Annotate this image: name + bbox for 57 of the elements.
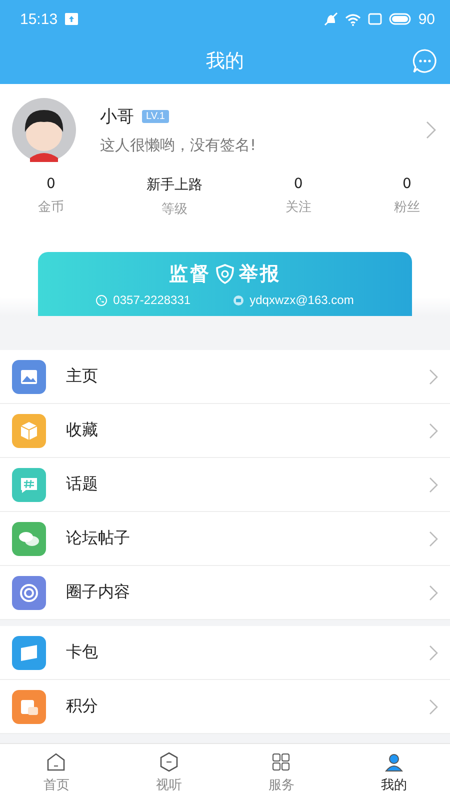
chevron-icon bbox=[429, 584, 438, 600]
menu-item[interactable]: 收藏 bbox=[0, 404, 450, 458]
menu-label: 话题 bbox=[66, 474, 99, 495]
stat-label: 关注 bbox=[285, 199, 312, 216]
tab[interactable]: 视听 bbox=[112, 744, 225, 800]
menu-label: 论坛帖子 bbox=[66, 528, 131, 549]
mute-icon bbox=[324, 12, 338, 26]
chevron-icon bbox=[429, 368, 438, 384]
menu-item[interactable]: 积分 bbox=[0, 680, 450, 734]
menu-label: 积分 bbox=[66, 696, 99, 717]
phone-icon bbox=[96, 294, 108, 306]
stat-label: 等级 bbox=[162, 201, 188, 218]
wifi-icon bbox=[345, 12, 362, 26]
stat-value: 0 bbox=[402, 176, 412, 192]
stat-value: 0 bbox=[46, 176, 56, 192]
menu-label: 主页 bbox=[66, 366, 99, 387]
menu-item[interactable]: 主页 bbox=[0, 350, 450, 404]
chevron-icon bbox=[429, 530, 438, 546]
level-badge: LV.1 bbox=[142, 110, 169, 123]
tab[interactable]: 我的 bbox=[338, 744, 450, 800]
chevron-icon bbox=[429, 644, 438, 660]
chevron-icon bbox=[429, 422, 438, 438]
battery-icon bbox=[389, 13, 412, 25]
banner-title: 举报 bbox=[239, 262, 281, 287]
user-name: 小哥 bbox=[100, 106, 134, 128]
chevron-icon[interactable] bbox=[426, 121, 436, 139]
menu-item[interactable]: 论坛帖子 bbox=[0, 512, 450, 566]
menu-item[interactable]: 话题 bbox=[0, 458, 450, 512]
grid-icon bbox=[270, 750, 292, 772]
page-title: 我的 bbox=[206, 49, 244, 74]
hexagon-icon bbox=[158, 750, 180, 772]
message-icon[interactable] bbox=[412, 48, 438, 74]
tab[interactable]: 服务 bbox=[225, 744, 338, 800]
shield-icon bbox=[216, 264, 234, 284]
stat-label: 粉丝 bbox=[394, 199, 420, 216]
menu-item[interactable]: 卡包 bbox=[0, 626, 450, 680]
chevron-icon bbox=[429, 698, 438, 714]
avatar[interactable] bbox=[12, 98, 76, 162]
phone-number: 0357-2228331 bbox=[113, 293, 191, 307]
home-icon bbox=[45, 750, 68, 772]
mail-icon bbox=[232, 294, 244, 306]
menu-label: 圈子内容 bbox=[66, 582, 131, 603]
stat-value: 新手上路 bbox=[146, 176, 203, 194]
menu-item[interactable]: 圈子内容 bbox=[0, 566, 450, 620]
menu-label: 卡包 bbox=[66, 642, 99, 663]
battery-level: 90 bbox=[418, 10, 435, 28]
email-address: ydqxwzx@163.com bbox=[250, 293, 354, 307]
stat-value: 0 bbox=[294, 176, 303, 192]
signature: 这人很懒哟，没有签名! bbox=[100, 136, 258, 155]
sim-icon bbox=[368, 13, 382, 25]
status-time: 15:13 bbox=[20, 10, 58, 28]
tab[interactable]: 首页 bbox=[0, 744, 112, 800]
stat-label: 金币 bbox=[38, 199, 64, 216]
menu-label: 收藏 bbox=[66, 420, 99, 441]
upload-icon bbox=[64, 13, 78, 25]
banner-title: 监督 bbox=[169, 262, 211, 287]
chevron-icon bbox=[429, 476, 438, 492]
